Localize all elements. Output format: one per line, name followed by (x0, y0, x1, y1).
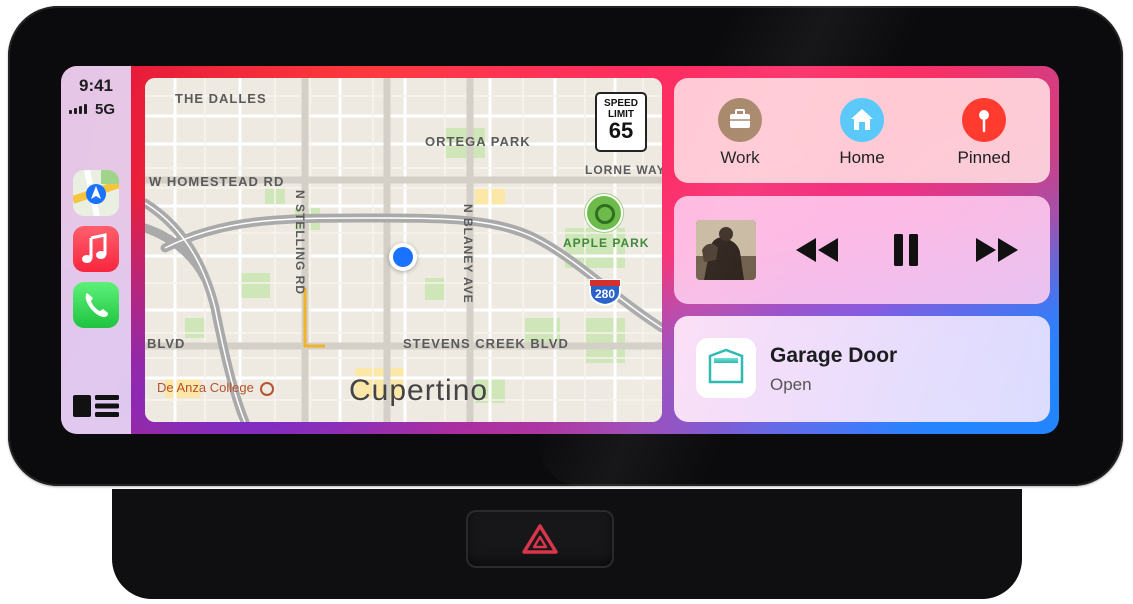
garage-door-icon (696, 338, 756, 398)
briefcase-icon (718, 98, 762, 142)
album-art[interactable] (696, 220, 756, 280)
speed-limit-value: 65 (608, 118, 634, 143)
house-icon (840, 98, 884, 142)
status-time: 9:41 (78, 76, 114, 95)
phone-icon[interactable] (73, 282, 119, 328)
destination-label: Work (720, 148, 760, 167)
map-poi-de-anza-label: De Anza College (157, 380, 254, 395)
apple-park-icon (585, 194, 623, 232)
current-location-dot (389, 243, 417, 271)
map-label-stevens-creek: STEVENS CREEK BLVD (403, 336, 569, 351)
map-label-blvd: BLVD (147, 336, 186, 351)
map-label-homestead: W HOMESTEAD RD (149, 174, 285, 189)
map-view[interactable]: THE DALLES ORTEGA PARK LORNE WAY W HOMES… (145, 78, 662, 422)
map-label-lorne-way: LORNE WAY (585, 163, 662, 177)
destination-work[interactable]: Work (680, 86, 800, 168)
destination-label: Pinned (957, 148, 1011, 167)
hazard-icon (522, 524, 558, 554)
speed-limit-sign: SPEED LIMIT 65 (595, 92, 647, 152)
accessory-state: Open (770, 375, 812, 394)
destinations-widget: Work Home Pinned (674, 78, 1050, 183)
accessory-title: Garage Door (770, 344, 898, 367)
map-label-apple-park: APPLE PARK (563, 236, 650, 250)
carplay-sidebar: 9:41 5G (61, 66, 131, 434)
fast-forward-icon[interactable] (972, 232, 1022, 273)
network-label: 5G (95, 101, 116, 118)
speed-limit-title-1: SPEED (604, 98, 638, 109)
map-label-stelling: N STELLING RD (293, 190, 307, 295)
maps-icon[interactable] (73, 170, 119, 216)
carplay-screen: 9:41 5G THE DALLES ORTEGA PARK LORNE WAY… (61, 66, 1059, 434)
hazard-button[interactable] (466, 510, 614, 568)
pause-icon[interactable] (890, 232, 922, 273)
highway-number: 280 (594, 287, 616, 301)
pin-icon (962, 98, 1006, 142)
map-city-label: Cupertino (349, 374, 489, 407)
destination-label: Home (839, 148, 885, 167)
destination-home[interactable]: Home (802, 86, 922, 168)
map-label-the-dalles: THE DALLES (175, 91, 267, 106)
dashboard-icon[interactable] (73, 394, 119, 423)
now-playing-widget (674, 196, 1050, 304)
destination-pinned[interactable]: Pinned (924, 86, 1044, 168)
garage-door-widget[interactable]: Garage Door Open (674, 316, 1050, 422)
map-label-ortega-park: ORTEGA PARK (425, 134, 531, 149)
highway-shield: 280 (588, 278, 622, 306)
rewind-icon[interactable] (792, 232, 842, 273)
signal-icon (69, 104, 87, 114)
map-poi-de-anza: De Anza College (157, 380, 275, 396)
map-label-blaney: N BLANEY AVE (461, 204, 475, 304)
music-icon[interactable] (73, 226, 119, 272)
college-pin-icon (260, 381, 275, 396)
